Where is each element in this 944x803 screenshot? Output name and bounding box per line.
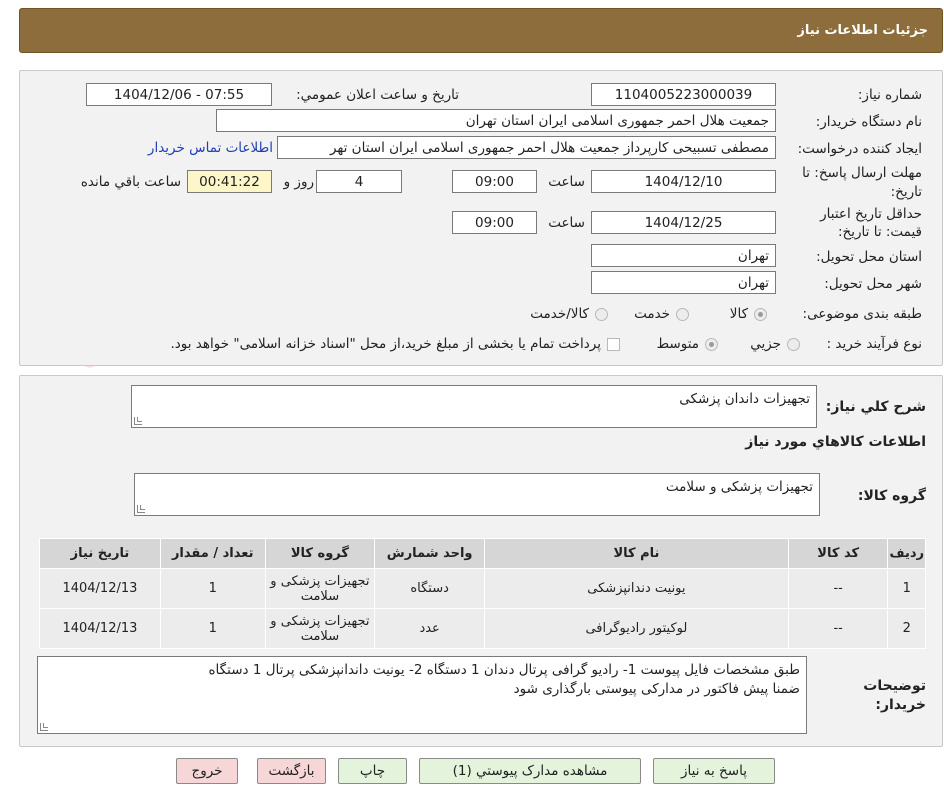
cell-group: تجهیزات پزشکی و سلامت — [264, 568, 376, 609]
col-header-group: گروه کالا — [264, 538, 376, 569]
city-field: تهران — [591, 271, 776, 294]
table-row[interactable]: 2 -- لوکیتور رادیوگرافی عدد تجهیزات پزشک… — [39, 608, 926, 649]
print-button[interactable]: چاپ — [338, 758, 407, 784]
cell-need-date: 1404/12/13 — [39, 608, 161, 649]
deadline-date-field: 1404/12/10 — [591, 170, 776, 193]
category-option-goods[interactable]: کالا — [730, 306, 767, 322]
reply-button[interactable]: پاسخ به نیاز — [653, 758, 775, 784]
cell-quantity: 1 — [159, 568, 266, 609]
buyer-contact-link[interactable]: اطلاعات تماس خریدار — [148, 140, 273, 156]
page-header: جزئیات اطلاعات نیاز — [19, 8, 943, 53]
radio-goods[interactable] — [754, 307, 767, 321]
general-desc-label: شرح کلي نیاز: — [825, 399, 926, 415]
buyer-notes-line1: طبق مشخصات فایل پیوست 1- رادیو گرافی پرت… — [208, 662, 800, 678]
resize-grip-icon[interactable] — [40, 723, 48, 731]
cell-quantity: 1 — [159, 608, 266, 649]
cell-code: -- — [787, 608, 889, 649]
view-attachments-button[interactable]: مشاهده مدارک پیوستي (1) — [419, 758, 641, 784]
goods-info-title: اطلاعات کالاهاي مورد نیاز — [745, 434, 926, 450]
treasury-payment-option[interactable]: پرداخت تمام یا بخشی از مبلغ خرید،از محل … — [170, 336, 620, 352]
cell-name: یونیت دندانپزشکی — [483, 568, 789, 609]
back-button[interactable]: بازگشت — [257, 758, 326, 784]
col-header-row-number: ردیف — [887, 538, 926, 569]
radio-minor[interactable] — [787, 337, 800, 351]
need-number-label: شماره نیاز: — [857, 87, 922, 103]
deadline-label-line1: مهلت ارسال پاسخ: تا — [802, 165, 922, 181]
deadline-time-label: ساعت — [548, 174, 585, 190]
deadline-time-field: 09:00 — [452, 170, 537, 193]
buyer-notes-label-line1: توضیحات — [863, 678, 926, 694]
process-label: نوع فرآیند خرید : — [826, 336, 922, 352]
cell-group: تجهیزات پزشکی و سلامت — [264, 608, 376, 649]
buyer-notes-label-line2: خریدار: — [875, 697, 926, 713]
col-header-need-date: تاریخ نیاز — [39, 538, 161, 569]
radio-goods-service[interactable] — [595, 307, 608, 321]
requester-field: مصطفی تسبیحی کارپرداز جمعیت هلال احمر جم… — [277, 136, 776, 159]
remaining-label: ساعت باقي مانده — [80, 174, 181, 190]
validity-time-field: 09:00 — [452, 211, 537, 234]
validity-label-line2: قیمت: تا تاریخ: — [838, 224, 922, 240]
buyer-notes-textarea[interactable]: طبق مشخصات فایل پیوست 1- رادیو گرافی پرت… — [37, 656, 807, 734]
cell-unit: دستگاه — [374, 568, 485, 609]
remaining-days-field: 4 — [316, 170, 402, 193]
announce-label: تاریخ و ساعت اعلان عمومي: — [296, 87, 459, 103]
province-field: تهران — [591, 244, 776, 267]
resize-grip-icon[interactable] — [137, 505, 145, 513]
col-header-name: نام کالا — [483, 538, 789, 569]
deadline-label-line2: تاریخ: — [890, 184, 922, 200]
category-label: طبقه بندی موضوعی: — [802, 306, 922, 322]
col-header-code: کد کالا — [787, 538, 889, 569]
province-label: استان محل تحویل: — [816, 249, 922, 265]
validity-date-field: 1404/12/25 — [591, 211, 776, 234]
cell-code: -- — [787, 568, 889, 609]
buyer-notes-line2: ضمنا پیش فاکتور در مدارکی پیوستی بارگذار… — [513, 681, 800, 697]
buyer-org-label: نام دستگاه خریدار: — [815, 114, 922, 130]
requester-label: ایجاد کننده درخواست: — [797, 141, 922, 157]
validity-label-line1: حداقل تاریخ اعتبار — [820, 206, 922, 222]
need-number-field: 1104005223000039 — [591, 83, 776, 106]
category-option-service[interactable]: خدمت — [634, 306, 689, 322]
cell-unit: عدد — [374, 608, 485, 649]
days-label: روز و — [283, 174, 314, 190]
goods-group-label: گروه کالا: — [857, 488, 926, 504]
exit-button[interactable]: خروج — [176, 758, 238, 784]
buyer-org-field: جمعیت هلال احمر جمهوری اسلامی ایران استا… — [216, 109, 776, 132]
table-row[interactable]: 1 -- یونیت دندانپزشکی دستگاه تجهیزات پزش… — [39, 568, 926, 609]
table-header-row: ردیف کد کالا نام کالا واحد شمارش گروه کا… — [39, 538, 926, 569]
col-header-unit: واحد شمارش — [374, 538, 485, 569]
city-label: شهر محل تحویل: — [824, 276, 922, 292]
process-option-minor[interactable]: جزیي — [750, 336, 800, 352]
category-option-goods-service[interactable]: کالا/خدمت — [530, 306, 608, 322]
cell-need-date: 1404/12/13 — [39, 568, 161, 609]
radio-service[interactable] — [676, 307, 689, 321]
general-desc-textarea[interactable]: تجهیزات داندان پزشکی — [131, 385, 817, 428]
cell-name: لوکیتور رادیوگرافی — [483, 608, 789, 649]
goods-group-textarea[interactable]: تجهیزات پزشکی و سلامت — [134, 473, 820, 516]
treasury-checkbox[interactable] — [607, 337, 620, 351]
validity-time-label: ساعت — [548, 215, 585, 231]
announce-datetime-field: 1404/12/06 - 07:55 — [86, 83, 272, 106]
col-header-quantity: تعداد / مقدار — [159, 538, 266, 569]
cell-row-number: 2 — [887, 608, 926, 649]
items-table: ردیف کد کالا نام کالا واحد شمارش گروه کا… — [39, 538, 926, 649]
page-title: جزئیات اطلاعات نیاز — [797, 23, 928, 38]
resize-grip-icon[interactable] — [134, 417, 142, 425]
remaining-time-field: 00:41:22 — [187, 170, 272, 193]
process-option-medium[interactable]: متوسط — [657, 336, 718, 352]
radio-medium[interactable] — [705, 337, 718, 351]
cell-row-number: 1 — [887, 568, 926, 609]
